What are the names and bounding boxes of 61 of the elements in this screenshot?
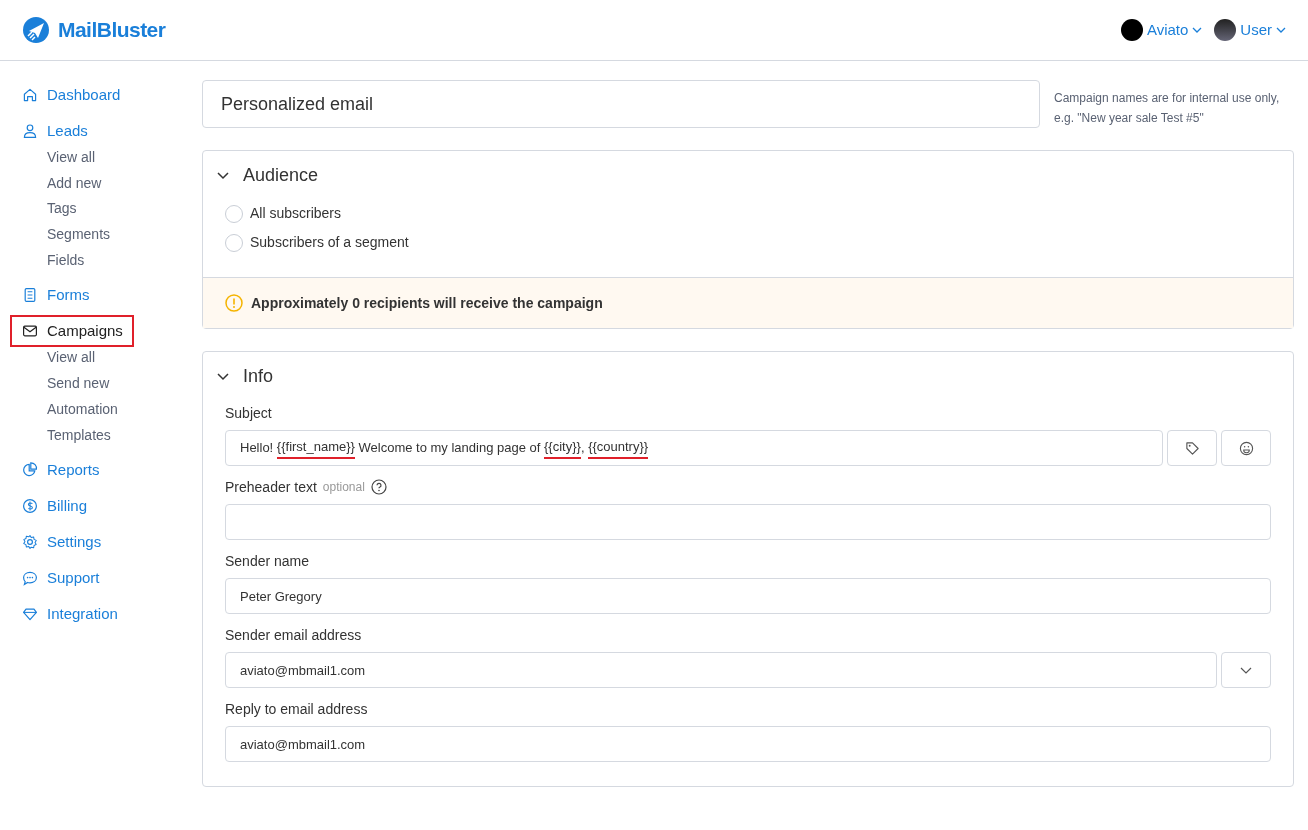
field-label: Sender email address xyxy=(225,625,362,645)
sidebar-item[interactable]: Forms xyxy=(12,281,132,310)
chevron-down-icon xyxy=(217,370,229,382)
sidebar-subitem[interactable]: Fields xyxy=(47,247,85,274)
campaign-name-hint: Campaign names are for internal use only, e.g. "New year sale Test #5" xyxy=(1054,90,1281,127)
input-field[interactable]: aviato@mbmail1.com xyxy=(225,652,1217,688)
user-avatar xyxy=(1214,19,1237,41)
input-field[interactable]: Peter Gregory xyxy=(225,578,1271,614)
team-avatar xyxy=(1120,19,1143,41)
sidebar-item[interactable]: Integration xyxy=(12,600,132,629)
sidebar-item[interactable]: Settings xyxy=(12,528,132,557)
subject-field[interactable]: Hello! {{first_name}} Welcome to my landing page of {{city}}, {{country}} xyxy=(225,430,1163,466)
field-label: Preheader text xyxy=(225,477,317,497)
sidebar-subitem[interactable]: Automation xyxy=(47,396,118,423)
logo-text: MailBluster xyxy=(58,17,166,44)
campaign-name-field[interactable]: Personalized email xyxy=(202,80,1040,128)
account-menu[interactable]: Aviato xyxy=(1120,18,1203,42)
input-field[interactable] xyxy=(225,504,1271,540)
list-icon xyxy=(22,287,38,304)
emoji-button[interactable] xyxy=(1221,430,1271,466)
sidebar-subitem[interactable]: Add new xyxy=(47,170,102,197)
recipients-notice: Approximately 0 recipients will receive the campaign xyxy=(251,293,603,313)
dollar-icon xyxy=(22,498,38,515)
field-label: Subject xyxy=(225,403,272,423)
sidebar-subitem[interactable]: View all xyxy=(47,345,95,372)
section-header[interactable]: Info xyxy=(203,352,1293,400)
warning-icon xyxy=(225,294,243,312)
field-label: Reply to email address xyxy=(225,699,368,719)
settings-icon xyxy=(22,534,38,551)
sidebar-subitem[interactable]: Templates xyxy=(47,422,111,449)
sidebar-item[interactable]: Reports xyxy=(12,456,132,485)
sidebar-item[interactable]: Leads xyxy=(12,117,132,145)
field-label: Sender name xyxy=(225,551,310,571)
help-icon[interactable] xyxy=(370,479,387,495)
sidebar-subitem[interactable]: Segments xyxy=(47,222,111,248)
chevron-down-icon xyxy=(1276,25,1286,35)
sidebar-item[interactable]: Support xyxy=(12,564,132,593)
chat-icon xyxy=(22,570,38,587)
pie-chart-icon xyxy=(22,462,38,479)
tag-icon xyxy=(1184,440,1200,456)
home-icon xyxy=(22,87,38,103)
input-field[interactable]: aviato@mbmail1.com xyxy=(225,726,1271,762)
optional-note: optional xyxy=(322,479,365,496)
section-header[interactable]: Audience xyxy=(203,151,1293,199)
account-menu[interactable]: User xyxy=(1214,18,1286,42)
dropdown-button[interactable] xyxy=(1221,652,1271,688)
sidebar-item[interactable]: Dashboard xyxy=(12,81,132,109)
radio-option[interactable]: All subscribers xyxy=(225,199,342,228)
chevron-down-icon xyxy=(217,169,229,181)
diamond-icon xyxy=(22,606,38,623)
smiley-icon xyxy=(1238,440,1254,456)
tag-button[interactable] xyxy=(1167,430,1217,466)
sidebar-subitem[interactable]: Tags xyxy=(47,196,77,223)
sidebar-item[interactable]: Campaigns xyxy=(12,317,132,346)
sidebar-subitem[interactable]: View all xyxy=(47,145,95,171)
logo-icon xyxy=(22,16,50,44)
radio-option[interactable]: Subscribers of a segment xyxy=(225,228,409,257)
sidebar-item[interactable]: Billing xyxy=(12,492,132,521)
person-icon xyxy=(22,123,38,139)
sidebar-subitem[interactable]: Send new xyxy=(47,371,110,397)
chevron-down-icon xyxy=(1192,25,1203,35)
